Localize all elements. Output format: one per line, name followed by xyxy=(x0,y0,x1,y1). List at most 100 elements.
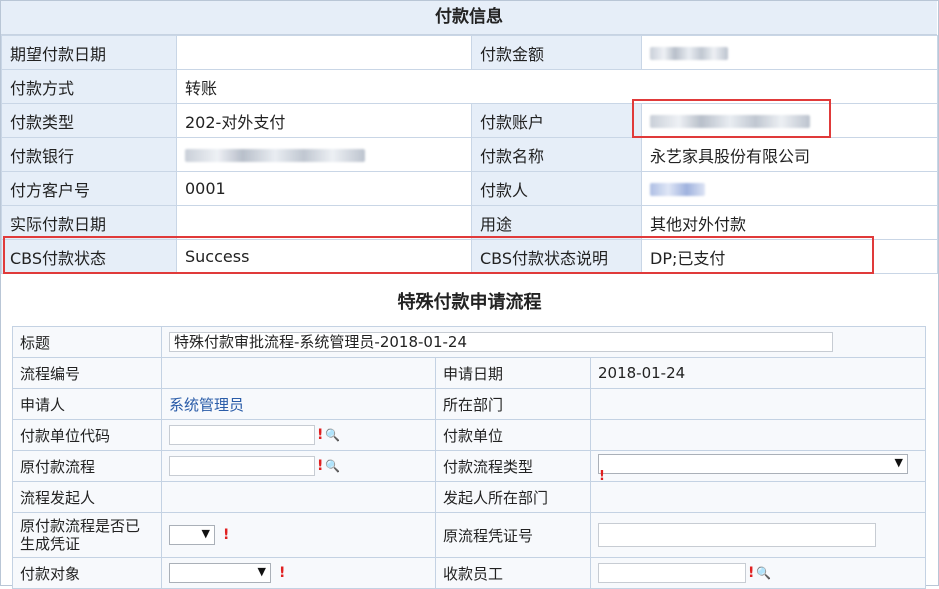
payee-employee-cell: ! 🔍 xyxy=(589,557,927,589)
table-row: 原付款流程是否已生成凭证 ▼! 原流程凭证号 xyxy=(12,512,927,558)
pay-type-value: 202-对外支付 xyxy=(176,103,472,138)
table-row: CBS付款状态 Success CBS付款状态说明 DP;已支付 xyxy=(1,239,938,274)
initiator-label: 流程发起人 xyxy=(12,481,162,513)
pay-target-cell: ▼! xyxy=(161,557,436,589)
orig-voucher-no-input[interactable] xyxy=(598,523,876,547)
required-marker: ! xyxy=(223,527,230,543)
voucher-generated-select[interactable]: ▼ xyxy=(169,525,215,545)
search-icon[interactable]: 🔍 xyxy=(325,428,340,442)
actual-pay-date-label: 实际付款日期 xyxy=(1,205,177,240)
expected-pay-date-value xyxy=(176,35,472,70)
title-cell: 特殊付款审批流程-系统管理员-2018-01-24 xyxy=(160,326,927,358)
orig-process-input[interactable] xyxy=(169,456,315,476)
process-type-label: 付款流程类型 xyxy=(435,450,591,482)
table-row: 付款方式 转账 xyxy=(1,69,938,104)
voucher-generated-label: 原付款流程是否已生成凭证 xyxy=(12,512,162,558)
payer-unit-label: 付款单位 xyxy=(435,419,591,451)
apply-date-label: 申请日期 xyxy=(435,357,591,389)
table-row: 付方客户号 0001 付款人 xyxy=(1,171,938,206)
table-row: 申请人 系统管理员 所在部门 xyxy=(12,388,927,420)
cbs-status-label: CBS付款状态 xyxy=(1,239,177,274)
required-marker: ! xyxy=(748,565,755,581)
payment-info-title: 付款信息 xyxy=(1,1,937,35)
payer-unit-code-label: 付款单位代码 xyxy=(12,419,162,451)
table-row: 付款银行 付款名称 永艺家具股份有限公司 xyxy=(1,137,938,172)
applicant-label: 申请人 xyxy=(12,388,162,420)
purpose-value: 其他对外付款 xyxy=(641,205,938,240)
payer-customer-no-value: 0001 xyxy=(176,171,472,206)
pay-name-value: 永艺家具股份有限公司 xyxy=(641,137,938,172)
pay-method-value: 转账 xyxy=(176,69,938,104)
table-row: 流程编号 申请日期 2018-01-24 xyxy=(12,357,927,389)
cbs-status-desc-label: CBS付款状态说明 xyxy=(471,239,642,274)
pay-type-label: 付款类型 xyxy=(1,103,177,138)
purpose-label: 用途 xyxy=(471,205,642,240)
orig-process-cell: ! 🔍 xyxy=(161,450,436,482)
title-label: 标题 xyxy=(12,326,162,358)
payer-value xyxy=(641,171,938,206)
payee-employee-label: 收款员工 xyxy=(435,557,591,589)
special-flow-table: 标题 特殊付款审批流程-系统管理员-2018-01-24 流程编号 申请日期 2… xyxy=(12,326,927,589)
search-icon[interactable]: 🔍 xyxy=(325,459,340,473)
search-icon[interactable]: 🔍 xyxy=(756,566,771,580)
orig-voucher-no-cell xyxy=(589,512,927,558)
department-label: 所在部门 xyxy=(435,388,591,420)
payment-info-table: 期望付款日期 付款金额 付款方式 转账 付款类型 202-对外支付 付款账户 付… xyxy=(1,35,938,274)
department-value xyxy=(589,388,927,420)
table-row: 实际付款日期 用途 其他对外付款 xyxy=(1,205,938,240)
applicant-link[interactable]: 系统管理员 xyxy=(169,396,244,414)
redacted-account xyxy=(650,115,810,128)
cbs-status-value: Success xyxy=(176,239,472,274)
pay-name-label: 付款名称 xyxy=(471,137,642,172)
title-input[interactable]: 特殊付款审批流程-系统管理员-2018-01-24 xyxy=(169,332,833,352)
pay-amount-label: 付款金额 xyxy=(471,35,642,70)
table-row: 付款单位代码 ! 🔍 付款单位 xyxy=(12,419,927,451)
chevron-down-icon: ▼ xyxy=(894,455,903,469)
voucher-generated-cell: ▼! xyxy=(161,512,436,558)
initiator-dept-value xyxy=(589,481,927,513)
pay-target-label: 付款对象 xyxy=(12,557,162,589)
redacted-payer xyxy=(650,183,705,196)
chevron-down-icon: ▼ xyxy=(201,527,210,540)
payer-unit-code-cell: ! 🔍 xyxy=(161,419,436,451)
payer-customer-no-label: 付方客户号 xyxy=(1,171,177,206)
payer-unit-code-input[interactable] xyxy=(169,425,315,445)
table-row: 流程发起人 发起人所在部门 xyxy=(12,481,927,513)
payer-label: 付款人 xyxy=(471,171,642,206)
cbs-status-desc-value: DP;已支付 xyxy=(641,239,938,274)
required-marker: ! xyxy=(279,565,286,581)
required-marker: ! xyxy=(317,427,324,443)
process-type-cell: ▼ ! xyxy=(589,450,927,484)
pay-bank-value xyxy=(176,137,472,172)
payee-employee-input[interactable] xyxy=(598,563,746,583)
pay-account-label: 付款账户 xyxy=(471,103,642,138)
chevron-down-icon: ▼ xyxy=(257,565,266,578)
table-row: 期望付款日期 付款金额 xyxy=(1,35,938,70)
pay-method-label: 付款方式 xyxy=(1,69,177,104)
apply-date-value: 2018-01-24 xyxy=(589,357,927,389)
table-row: 标题 特殊付款审批流程-系统管理员-2018-01-24 xyxy=(12,326,927,358)
pay-account-value xyxy=(641,103,938,138)
process-no-value xyxy=(161,357,436,389)
pay-amount-value xyxy=(641,35,938,70)
required-marker: ! xyxy=(599,469,605,484)
initiator-value xyxy=(161,481,436,513)
initiator-dept-label: 发起人所在部门 xyxy=(435,481,591,513)
orig-process-label: 原付款流程 xyxy=(12,450,162,482)
orig-voucher-no-label: 原流程凭证号 xyxy=(435,512,591,558)
table-row: 原付款流程 ! 🔍 付款流程类型 ▼ ! xyxy=(12,450,927,484)
pay-target-select[interactable]: ▼ xyxy=(169,563,271,583)
table-row: 付款类型 202-对外支付 付款账户 xyxy=(1,103,938,138)
actual-pay-date-value xyxy=(176,205,472,240)
table-row: 付款对象 ▼! 收款员工 ! 🔍 xyxy=(12,557,927,589)
redacted-bank xyxy=(185,149,365,162)
redacted-amount xyxy=(650,47,728,60)
process-no-label: 流程编号 xyxy=(12,357,162,389)
process-type-select[interactable]: ▼ xyxy=(598,453,908,474)
payer-unit-value xyxy=(589,419,927,451)
pay-bank-label: 付款银行 xyxy=(1,137,177,172)
required-marker: ! xyxy=(317,458,324,474)
applicant-value: 系统管理员 xyxy=(161,388,436,420)
special-flow-title: 特殊付款申请流程 xyxy=(397,292,542,313)
expected-pay-date-label: 期望付款日期 xyxy=(1,35,177,70)
